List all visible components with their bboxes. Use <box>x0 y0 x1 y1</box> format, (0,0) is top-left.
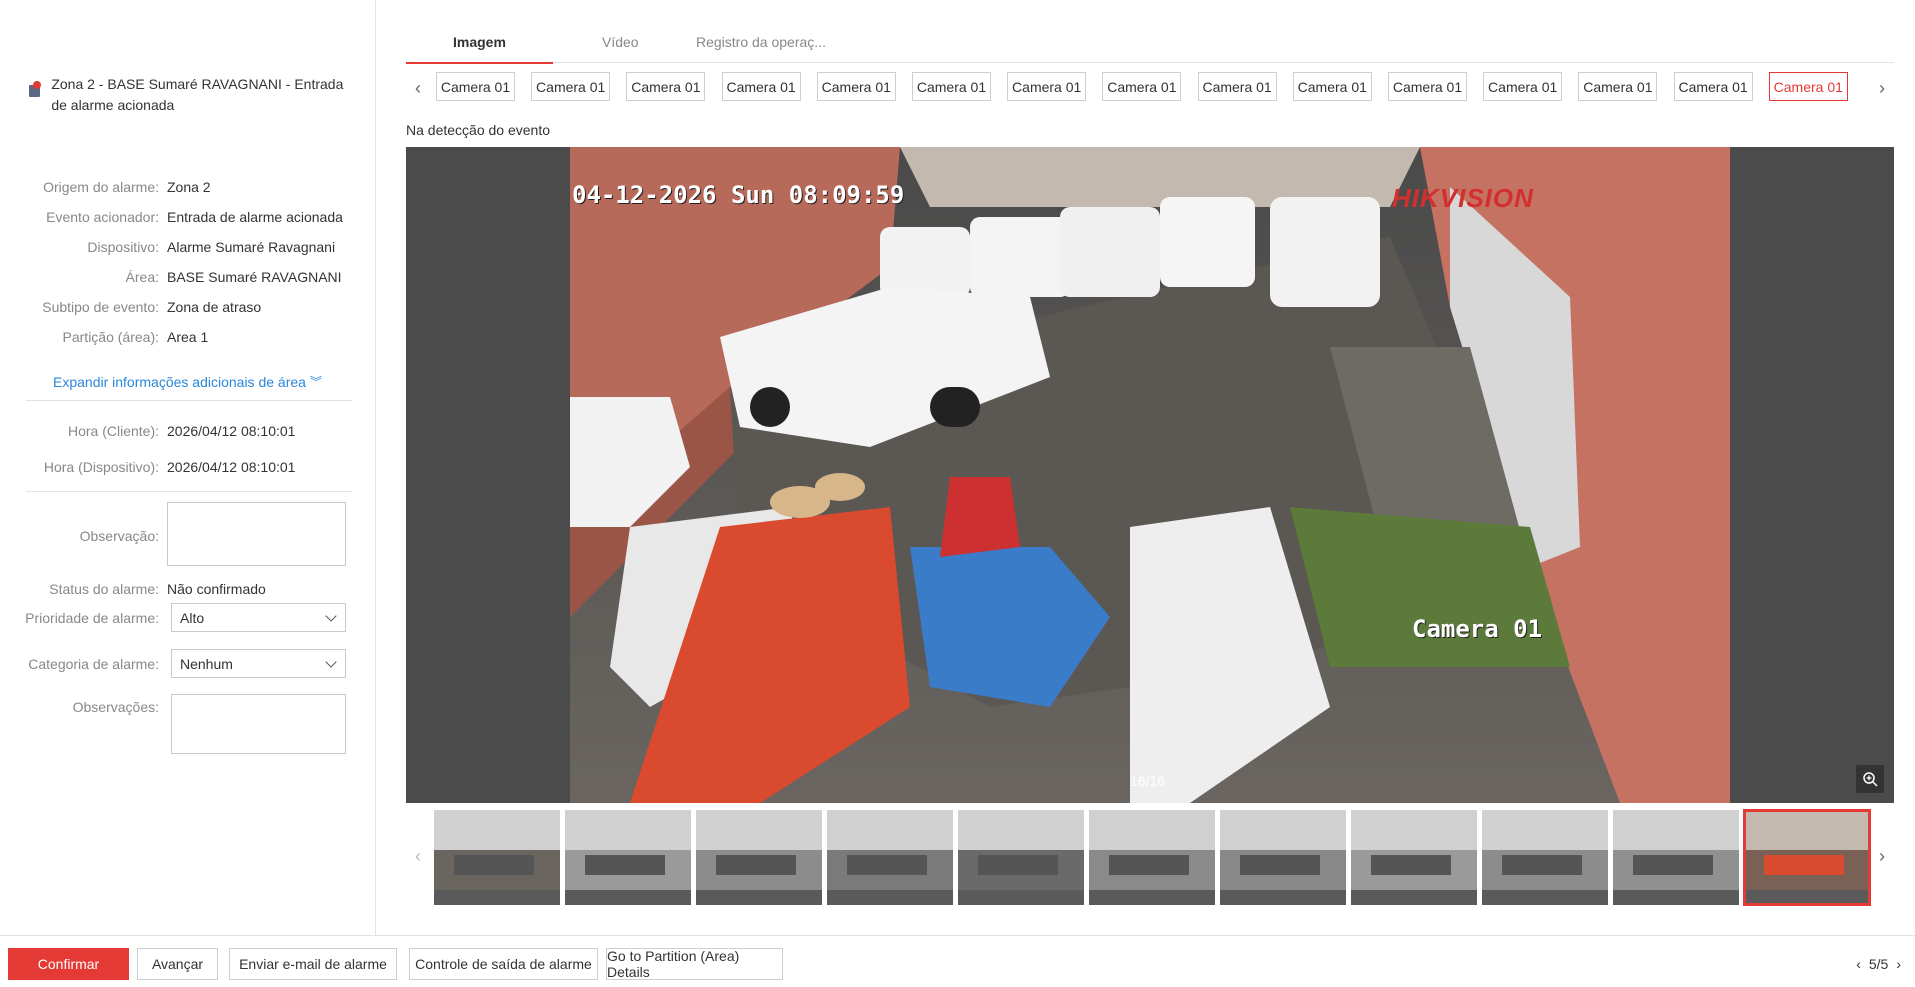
advance-button[interactable]: Avançar <box>137 948 218 980</box>
camera-button[interactable]: Camera 01 <box>436 72 515 101</box>
info-row-origem: Origem do alarme: Zona 2 <box>43 179 211 195</box>
camera-snapshot: 04-12-2026 Sun 08:09:59 HIKVISION Camera… <box>570 147 1730 803</box>
info-row-subtipo: Subtipo de evento: Zona de atraso <box>42 299 262 315</box>
thumbnail-strip: ‹ › <box>406 809 1894 906</box>
camera-button[interactable]: Camera 01 <box>1388 72 1467 101</box>
snapshot-thumbnail[interactable] <box>1743 809 1871 906</box>
category-select[interactable]: Nenhum <box>171 649 346 678</box>
info-row-evento: Evento acionador: Entrada de alarme acion… <box>46 209 343 225</box>
tab-video[interactable]: Vídeo <box>602 34 639 63</box>
chevron-left-icon[interactable]: ‹ <box>406 72 430 104</box>
tab-bar: Imagem Vídeo Registro da operaç... <box>406 26 1894 64</box>
camera-scene-image <box>570 147 1730 803</box>
camera-button[interactable]: Camera 01 <box>721 72 801 101</box>
camera-button[interactable]: Camera 01 <box>626 72 706 101</box>
pager: ‹ 5/5 › <box>1856 956 1901 972</box>
frame-counter: 16/16 <box>1130 773 1166 789</box>
alarm-details-panel: Zona 2 - BASE Sumaré RAVAGNANI - Entrada… <box>0 0 376 935</box>
camera-button[interactable]: Camera 01 <box>1483 72 1563 101</box>
snapshot-thumbnail[interactable] <box>1351 810 1477 905</box>
status-row: Status do alarme: Não confirmado <box>49 581 266 597</box>
camera-button[interactable]: Camera 01 <box>1007 72 1087 101</box>
chevron-right-icon[interactable]: › <box>1870 840 1894 872</box>
snapshot-thumbnail[interactable] <box>565 810 691 905</box>
detection-label: Na detecção do evento <box>406 122 550 138</box>
snapshot-thumbnail[interactable] <box>1089 810 1215 905</box>
camera-button[interactable]: Camera 01 <box>1673 72 1753 101</box>
chevron-left-icon[interactable]: ‹ <box>406 840 430 872</box>
info-row-particao: Partição (área): Area 1 <box>62 329 209 345</box>
action-bar: Confirmar Avançar Enviar e-mail de alarm… <box>0 935 1915 987</box>
time-row-client: Hora (Cliente): 2026/04/12 08:10:01 <box>67 423 296 439</box>
osd-brand-logo: HIKVISION <box>1392 183 1534 213</box>
observacao-row: Observação: <box>0 502 346 566</box>
observacoes-row: Observações: <box>0 694 346 754</box>
info-row-dispositivo: Dispositivo: Alarme Sumaré Ravagnani <box>87 239 336 255</box>
snapshot-thumbnail[interactable] <box>1220 810 1346 905</box>
camera-button[interactable]: Camera 01 <box>1578 72 1658 101</box>
confirm-button[interactable]: Confirmar <box>8 948 129 980</box>
snapshot-thumbnail[interactable] <box>827 810 953 905</box>
camera-button[interactable]: Camera 01 <box>531 72 611 101</box>
page-indicator: 5/5 <box>1868 956 1889 972</box>
snapshot-thumbnail[interactable] <box>1613 810 1739 905</box>
snapshot-thumbnail[interactable] <box>434 810 560 905</box>
osd-timestamp: 04-12-2026 Sun 08:09:59 <box>572 181 905 209</box>
divider <box>26 491 352 492</box>
observacoes-input[interactable] <box>171 694 346 754</box>
tab-registro[interactable]: Registro da operaç... <box>696 34 826 63</box>
camera-button[interactable]: Camera 01 <box>816 72 896 101</box>
send-email-button[interactable]: Enviar e-mail de alarme <box>229 948 397 980</box>
category-row: Categoria de alarme: Nenhum <box>0 649 346 678</box>
info-row-area: Área: BASE Sumaré RAVAGNANI <box>125 269 342 285</box>
chevron-down-icon <box>325 609 337 622</box>
alarm-output-control-button[interactable]: Controle de saída de alarme <box>409 948 598 980</box>
osd-camera-name: Camera 01 <box>1412 615 1543 643</box>
snapshot-thumbnail[interactable] <box>696 810 822 905</box>
alarm-title-text: Zona 2 - BASE Sumaré RAVAGNANI - Entrada… <box>51 76 344 113</box>
priority-row: Prioridade de alarme: Alto <box>0 603 346 632</box>
partition-details-button[interactable]: Go to Partition (Area) Details <box>606 948 783 980</box>
camera-button[interactable]: Camera 01 <box>1292 72 1372 101</box>
chevron-right-icon[interactable]: › <box>1870 72 1894 104</box>
alarm-title: Zona 2 - BASE Sumaré RAVAGNANI - Entrada… <box>28 74 348 116</box>
alarm-input-icon <box>28 81 42 97</box>
zoom-in-icon[interactable] <box>1856 765 1884 793</box>
camera-button[interactable]: Camera 01 <box>912 72 991 101</box>
camera-button[interactable]: Camera 01 <box>1197 72 1277 101</box>
image-viewer[interactable]: 04-12-2026 Sun 08:09:59 HIKVISION Camera… <box>406 147 1894 803</box>
double-chevron-down-icon: ︾ <box>309 375 322 389</box>
priority-select[interactable]: Alto <box>171 603 346 632</box>
chevron-right-icon[interactable]: › <box>1896 956 1901 972</box>
camera-button[interactable]: Camera 01 <box>1768 72 1848 101</box>
snapshot-thumbnail[interactable] <box>958 810 1084 905</box>
divider <box>26 400 352 401</box>
camera-strip: ‹ Camera 01 Camera 01 Camera 01 Camera 01 Ca… <box>406 72 1894 104</box>
chevron-down-icon <box>325 655 337 668</box>
expand-area-info-link[interactable]: Expandir informações adicionais de área … <box>53 374 322 390</box>
time-row-device: Hora (Dispositivo): 2026/04/12 08:10:01 <box>43 459 296 475</box>
tab-imagem[interactable]: Imagem <box>406 34 553 64</box>
camera-button[interactable]: Camera 01 <box>1102 72 1182 101</box>
observacao-input[interactable] <box>167 502 346 566</box>
snapshot-thumbnail[interactable] <box>1482 810 1608 905</box>
chevron-left-icon[interactable]: ‹ <box>1856 956 1861 972</box>
